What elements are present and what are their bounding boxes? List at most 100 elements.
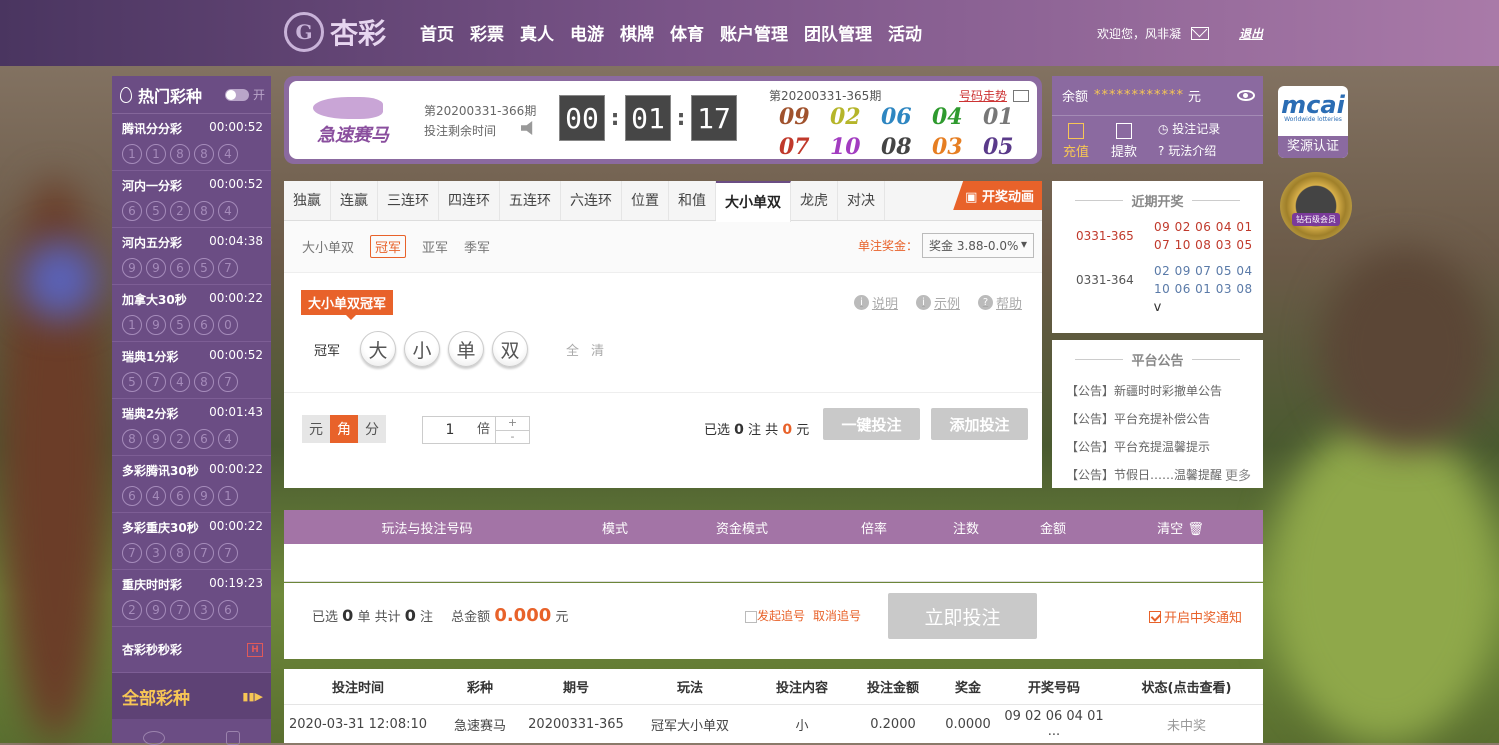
draw-line: 02 09 07 05 04 <box>1154 264 1253 278</box>
chevron-down-icon[interactable]: v <box>1052 300 1263 315</box>
bet-record-link[interactable]: ◷ 投注记录 <box>1158 118 1220 140</box>
result-ball: 2 <box>170 429 190 449</box>
sidebar-toggle[interactable]: 开 <box>224 86 265 103</box>
sidebar-item[interactable]: 多彩重庆30秒 00:00:22 7 3 8 7 7 <box>112 513 271 570</box>
sidebar-item[interactable]: 重庆时时彩 00:19:23 2 9 7 3 6 <box>112 570 271 627</box>
explain-link[interactable]: i 说明 <box>853 293 898 312</box>
sidebar-item[interactable]: 加拿大30秒 00:00:22 1 9 5 6 0 <box>112 285 271 342</box>
unit-option[interactable]: 元 <box>302 415 330 443</box>
help-link[interactable]: ? 帮助 <box>977 293 1022 312</box>
sidebar-item[interactable]: 腾讯分分彩 00:00:52 1 1 8 8 4 <box>112 114 271 171</box>
all-lotteries-button[interactable]: 全部彩种 ▮▮▶ <box>112 673 271 719</box>
checkbox-checked-icon <box>1149 610 1161 623</box>
prize-dropdown[interactable]: 奖金 3.88-0.0% ▾ <box>922 233 1034 258</box>
withdraw-button[interactable]: 提款 <box>1100 121 1148 160</box>
arrow-right-icon: ▮▮▶ <box>242 689 263 703</box>
sidebar-item-balls: 57487 <box>122 372 263 392</box>
announcement-item[interactable]: 【公告】平台充提补偿公告 <box>1052 405 1263 433</box>
eye-icon[interactable] <box>1237 90 1255 101</box>
draw-animation-button[interactable]: ▣ 开奖动画 <box>953 181 1042 210</box>
more-link[interactable]: 更多 <box>1225 465 1251 484</box>
add-bet-button[interactable]: 添加投注 <box>931 408 1028 440</box>
brand-logo[interactable]: G 杏彩 <box>284 12 386 52</box>
nav-team[interactable]: 团队管理 <box>804 20 872 45</box>
table-row[interactable]: 2020-03-31 12:08:10 急速赛马 20200331-365 冠军大小单… <box>284 705 1263 743</box>
tab-1[interactable]: 连赢 <box>331 181 378 220</box>
sidebar-item-xingcai-second[interactable]: 杏彩秒秒彩 H <box>112 627 271 673</box>
one-click-bet-button[interactable]: 一键投注 <box>823 408 920 440</box>
result-ball: 5 <box>122 372 142 392</box>
minus-button[interactable]: - <box>496 430 529 444</box>
col-mode: 模式 <box>601 521 628 537</box>
plus-button[interactable]: + <box>496 417 529 431</box>
totals-count: 0 <box>404 606 416 625</box>
deposit-button[interactable]: 充值 <box>1052 121 1100 160</box>
nav-slots[interactable]: 电游 <box>570 20 604 45</box>
result-number: 07 <box>779 134 810 160</box>
subtab-1[interactable]: 冠军 <box>370 235 407 258</box>
mail-icon[interactable] <box>1191 27 1210 40</box>
sidebar-item-balls: 11884 <box>122 144 263 164</box>
sidebar-item-countdown: 00:04:38 <box>209 234 263 248</box>
example-link[interactable]: i 示例 <box>915 293 960 312</box>
choice-odd[interactable]: 单 <box>448 331 485 367</box>
announcement-item[interactable]: 【公告】平台充提温馨提示 <box>1052 433 1263 461</box>
tab-7[interactable]: 和值 <box>669 181 716 220</box>
logo-icon: G <box>284 12 324 52</box>
tab-9[interactable]: 龙虎 <box>791 181 838 220</box>
tab-8[interactable]: 大小单双 <box>716 181 791 222</box>
mcai-certification-badge[interactable]: mcai Worldwide lotteries 奖源认证 <box>1278 86 1348 158</box>
nav-lottery[interactable]: 彩票 <box>470 20 504 45</box>
cancel-chase-link[interactable]: 取消追号 <box>813 607 861 624</box>
tab-3[interactable]: 四连环 <box>439 181 500 220</box>
number-trend-link[interactable]: 号码走势 <box>959 87 1030 104</box>
place-bet-button[interactable]: 立即投注 <box>888 593 1037 639</box>
sidebar-item[interactable]: 瑞典1分彩 00:00:52 5 7 4 8 7 <box>112 342 271 399</box>
subtab-0[interactable]: 大小单双 <box>302 237 354 256</box>
clear-bets-button[interactable]: 清空 🗑 <box>1098 518 1263 537</box>
totals-unit: 注 <box>420 610 434 625</box>
sidebar-item-label: 多彩重庆30秒 <box>122 521 199 535</box>
nav-sports[interactable]: 体育 <box>670 20 704 45</box>
sidebar-item-balls: 73877 <box>122 543 263 563</box>
chase-checkbox[interactable]: 发起追号 <box>745 607 805 624</box>
tab-10[interactable]: 对决 <box>838 181 885 220</box>
play-intro-link[interactable]: ? 玩法介绍 <box>1158 140 1220 162</box>
nav-account[interactable]: 账户管理 <box>720 20 788 45</box>
logout-link[interactable]: 退出 <box>1239 25 1263 42</box>
toggle-switch[interactable] <box>224 88 249 101</box>
unit-option[interactable]: 角 <box>330 415 358 443</box>
sidebar-item[interactable]: 多彩腾讯30秒 00:00:22 6 4 6 9 1 <box>112 456 271 513</box>
subtab-2[interactable]: 亚军 <box>422 237 448 256</box>
clear-all-button[interactable]: 全清 <box>566 340 616 359</box>
sidebar-item[interactable]: 瑞典2分彩 00:01:43 8 9 2 6 4 <box>112 399 271 456</box>
nav-live[interactable]: 真人 <box>520 20 554 45</box>
tab-0[interactable]: 独赢 <box>284 181 331 220</box>
sidebar-item[interactable]: 河内一分彩 00:00:52 6 5 2 8 4 <box>112 171 271 228</box>
result-ball: 5 <box>146 201 166 221</box>
result-ball: 2 <box>122 600 142 620</box>
tab-4[interactable]: 五连环 <box>500 181 561 220</box>
tab-2[interactable]: 三连环 <box>378 181 439 220</box>
sidebar-item-row: 重庆时时彩 00:19:23 <box>122 576 263 593</box>
result-ball: 6 <box>170 258 190 278</box>
nav-cards[interactable]: 棋牌 <box>620 20 654 45</box>
announcement-item[interactable]: 【公告】新疆时时彩撤单公告 <box>1052 377 1263 405</box>
tab-5[interactable]: 六连环 <box>561 181 622 220</box>
result-ball: 7 <box>146 372 166 392</box>
result-ball: 9 <box>122 258 142 278</box>
choice-big[interactable]: 大 <box>360 331 397 367</box>
nav-home[interactable]: 首页 <box>420 20 454 45</box>
subtab-3[interactable]: 季军 <box>464 237 490 256</box>
nav-promo[interactable]: 活动 <box>888 20 922 45</box>
sidebar-item[interactable]: 河内五分彩 00:04:38 9 9 6 5 7 <box>112 228 271 285</box>
multiplier-unit: 倍 <box>477 422 491 437</box>
win-notify-checkbox[interactable]: 开启中奖通知 <box>1149 607 1242 626</box>
multiplier-input[interactable]: 1 <box>423 417 477 443</box>
unit-option[interactable]: 分 <box>358 415 386 443</box>
tab-6[interactable]: 位置 <box>622 181 669 220</box>
result-ball: 6 <box>122 486 142 506</box>
choice-small[interactable]: 小 <box>404 331 441 367</box>
wallet-icon <box>1116 122 1132 139</box>
choice-even[interactable]: 双 <box>492 331 529 367</box>
